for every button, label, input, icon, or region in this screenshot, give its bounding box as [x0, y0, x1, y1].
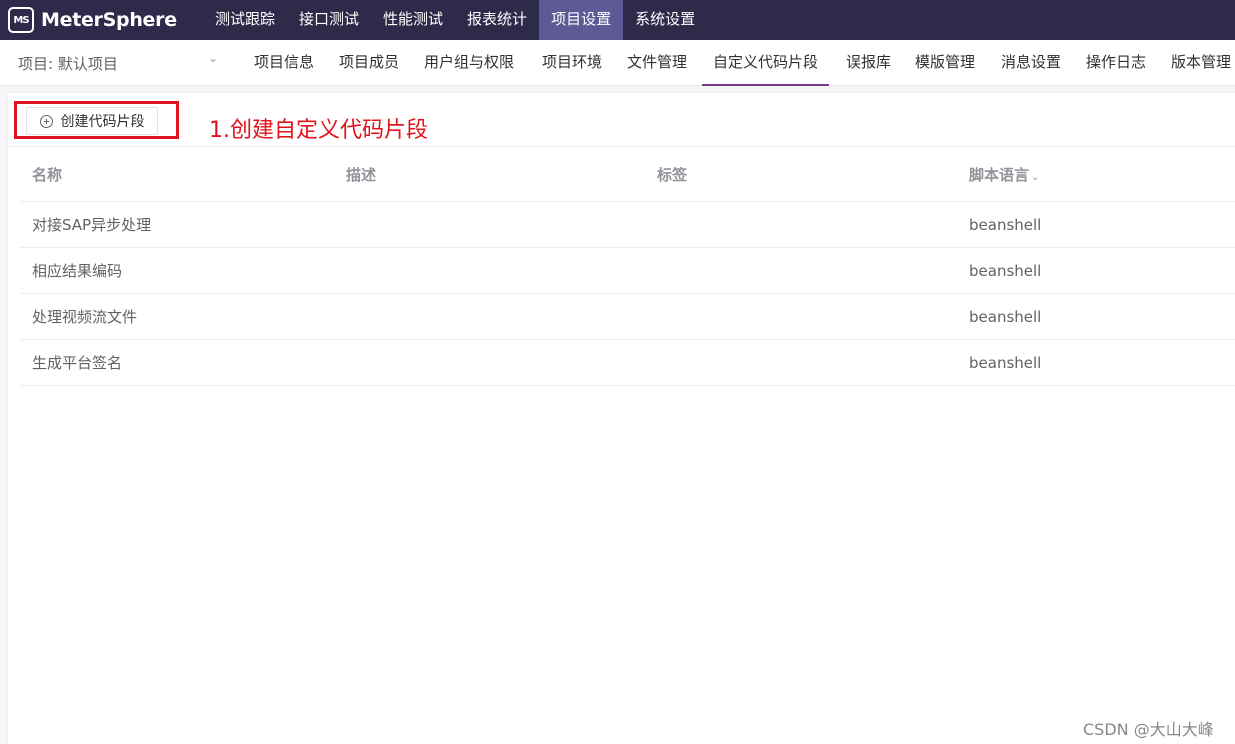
top-menu-test-track[interactable]: 测试跟踪 — [203, 0, 287, 40]
top-menu-api-test[interactable]: 接口测试 — [287, 0, 371, 40]
project-selector-label: 项目: 默认项目 — [18, 55, 118, 73]
cell-name: 对接SAP异步处理 — [32, 216, 152, 234]
sort-chevron-icon[interactable]: ⌄ — [1031, 172, 1039, 183]
tab-template-management[interactable]: 模版管理 — [915, 40, 975, 86]
tab-environments[interactable]: 项目环境 — [542, 40, 602, 86]
cell-name: 相应结果编码 — [32, 262, 123, 280]
project-selector[interactable]: 项目: 默认项目 ⌄ — [18, 51, 223, 75]
cell-script-language: beanshell — [969, 262, 1042, 280]
sub-navbar: 项目: 默认项目 ⌄ 项目信息 项目成员 用户组与权限 项目环境 文件管理 自定… — [0, 40, 1235, 86]
top-menu-report[interactable]: 报表统计 — [455, 0, 539, 40]
cell-script-language: beanshell — [969, 216, 1042, 234]
top-menu-system-settings[interactable]: 系统设置 — [623, 0, 707, 40]
table-row[interactable]: 相应结果编码 beanshell — [20, 248, 1235, 294]
cell-script-language: beanshell — [969, 354, 1042, 372]
cell-name: 处理视频流文件 — [32, 308, 138, 326]
column-header-script-language[interactable]: 脚本语言 ⌄ — [969, 148, 1039, 202]
annotation-text: 1.创建自定义代码片段 — [209, 118, 428, 143]
tab-version-management[interactable]: 版本管理 — [1171, 40, 1231, 86]
top-navbar: MS MeterSphere 测试跟踪 接口测试 性能测试 报表统计 项目设置 … — [0, 0, 1235, 40]
cell-script-language: beanshell — [969, 308, 1042, 326]
table-header: 名称 描述 标签 脚本语言 ⌄ — [20, 148, 1235, 202]
table-row[interactable]: 生成平台签名 beanshell — [20, 340, 1235, 386]
tab-custom-code-snippets[interactable]: 自定义代码片段 — [702, 40, 830, 86]
tab-project-members[interactable]: 项目成员 — [339, 40, 399, 86]
column-header-name: 名称 — [32, 166, 63, 184]
top-menu-project-settings[interactable]: 项目设置 — [539, 0, 624, 40]
cube-logo-icon: MS — [8, 7, 34, 33]
create-snippet-label: 创建代码片段 — [60, 114, 145, 130]
tab-user-groups[interactable]: 用户组与权限 — [424, 40, 514, 86]
watermark: CSDN @大山大峰 — [1083, 720, 1214, 739]
chevron-down-icon: ⌄ — [208, 51, 219, 65]
create-snippet-button[interactable]: 创建代码片段 — [26, 107, 158, 135]
brand-logo[interactable]: MS MeterSphere — [0, 0, 203, 40]
column-header-description: 描述 — [346, 166, 377, 184]
table-row[interactable]: 对接SAP异步处理 beanshell — [20, 202, 1235, 248]
tab-false-positive-lib[interactable]: 误报库 — [846, 40, 891, 86]
top-menu: 测试跟踪 接口测试 性能测试 报表统计 项目设置 系统设置 — [203, 0, 707, 40]
snippet-table: 名称 描述 标签 脚本语言 ⌄ 对接SAP异步处理 beanshell 相应结果编… — [20, 148, 1235, 386]
top-menu-performance-test[interactable]: 性能测试 — [371, 0, 455, 40]
brand-name: MeterSphere — [41, 9, 177, 31]
column-header-tags: 标签 — [657, 166, 688, 184]
tab-operation-log[interactable]: 操作日志 — [1086, 40, 1146, 86]
tab-message-settings[interactable]: 消息设置 — [1001, 40, 1061, 86]
plus-circle-icon — [39, 114, 53, 128]
toolbar: 创建代码片段 1.创建自定义代码片段 — [8, 93, 1235, 147]
cell-name: 生成平台签名 — [32, 354, 123, 372]
column-header-script-language-label: 脚本语言 — [969, 166, 1030, 184]
tab-project-info[interactable]: 项目信息 — [254, 40, 314, 86]
tab-file-management[interactable]: 文件管理 — [627, 40, 687, 86]
code-snippet-panel: 创建代码片段 1.创建自定义代码片段 名称 描述 标签 脚本语言 ⌄ 对接SAP异… — [7, 92, 1235, 744]
table-row[interactable]: 处理视频流文件 beanshell — [20, 294, 1235, 340]
